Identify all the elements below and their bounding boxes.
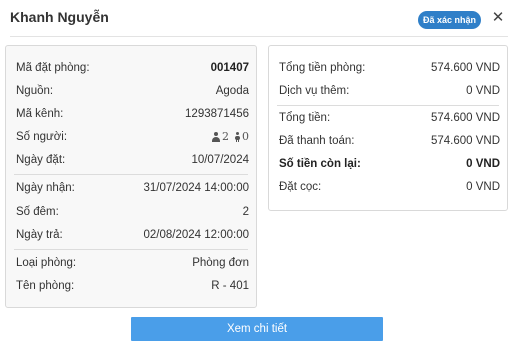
booking-date-row: Ngày đặt: 10/07/2024 — [16, 151, 249, 169]
booking-info-card: Mã đặt phòng: 001407 Nguồn: Agoda Mã kên… — [5, 45, 257, 308]
view-details-button[interactable]: Xem chi tiết — [131, 317, 383, 341]
booking-code-row: Mã đặt phòng: 001407 — [16, 59, 249, 77]
paid-label: Đã thanh toán: — [279, 135, 355, 147]
room-name-value: R - 401 — [211, 280, 249, 292]
booking-date-label: Ngày đặt: — [16, 154, 66, 166]
check-out-value: 02/08/2024 12:00:00 — [143, 229, 249, 241]
guests-label: Số người: — [16, 131, 68, 143]
room-name-label: Tên phòng: — [16, 280, 75, 292]
check-out-row: Ngày trả: 02/08/2024 12:00:00 — [16, 226, 249, 244]
room-type-row: Loại phòng: Phòng đơn — [16, 254, 249, 272]
dialog-header: Khanh Nguyễn Đã xác nhận ✕ — [0, 0, 516, 38]
child-icon — [234, 132, 240, 142]
extra-services-label: Dịch vụ thêm: — [279, 85, 350, 97]
check-out-label: Ngày trả: — [16, 229, 63, 241]
guests-value: 2 0 — [211, 128, 249, 148]
total-value: 574.600 VND — [430, 112, 500, 124]
check-in-label: Ngày nhận: — [16, 182, 75, 194]
remaining-row: Số tiền còn lại: 0 VND — [279, 155, 500, 173]
divider — [277, 105, 499, 106]
check-in-row: Ngày nhận: 31/07/2024 14:00:00 — [16, 179, 249, 197]
extra-services-row: Dịch vụ thêm: 0 VND — [279, 82, 500, 100]
remaining-label: Số tiền còn lại: — [279, 158, 361, 170]
paid-row: Đã thanh toán: 574.600 VND — [279, 132, 500, 150]
booking-date-value: 10/07/2024 — [191, 154, 249, 166]
room-total-value: 574.600 VND — [430, 62, 500, 74]
deposit-row: Đặt cọc: 0 VND — [279, 178, 500, 196]
nights-label: Số đêm: — [16, 206, 59, 218]
extra-services-value: 0 VND — [466, 85, 500, 97]
room-name-row: Tên phòng: R - 401 — [16, 277, 249, 295]
channel-code-label: Mã kênh: — [16, 108, 64, 120]
check-in-value: 31/07/2024 14:00:00 — [143, 182, 249, 194]
deposit-value: 0 VND — [466, 181, 500, 193]
booking-code-label: Mã đặt phòng: — [16, 62, 90, 74]
source-row: Nguồn: Agoda — [16, 82, 249, 100]
adult-count: 2 — [222, 130, 229, 143]
adult-icon — [211, 132, 220, 142]
guest-name: Khanh Nguyễn — [10, 9, 109, 25]
deposit-label: Đặt cọc: — [279, 181, 322, 193]
divider — [14, 174, 248, 175]
header-divider — [10, 36, 508, 37]
room-total-row: Tổng tiền phòng: 574.600 VND — [279, 59, 500, 77]
room-total-label: Tổng tiền phòng: — [279, 62, 366, 74]
room-type-label: Loại phòng: — [16, 257, 77, 269]
channel-code-value: 1293871456 — [185, 108, 249, 120]
channel-code-row: Mã kênh: 1293871456 — [16, 105, 249, 123]
payment-info-card: Tổng tiền phòng: 574.600 VND Dịch vụ thê… — [268, 45, 508, 211]
nights-row: Số đêm: 2 — [16, 203, 249, 221]
divider — [14, 249, 248, 250]
remaining-value: 0 VND — [466, 158, 500, 170]
booking-code-value: 001407 — [210, 62, 249, 74]
guests-row: Số người: 2 0 — [16, 128, 249, 146]
room-type-value: Phòng đơn — [192, 257, 249, 269]
source-label: Nguồn: — [16, 85, 54, 97]
nights-value: 2 — [242, 206, 249, 218]
source-value: Agoda — [215, 85, 249, 97]
total-row: Tổng tiền: 574.600 VND — [279, 109, 500, 127]
paid-value: 574.600 VND — [430, 135, 500, 147]
child-count: 0 — [242, 130, 249, 143]
close-icon[interactable]: ✕ — [489, 9, 507, 27]
total-label: Tổng tiền: — [279, 112, 331, 124]
status-badge: Đã xác nhận — [418, 11, 482, 29]
